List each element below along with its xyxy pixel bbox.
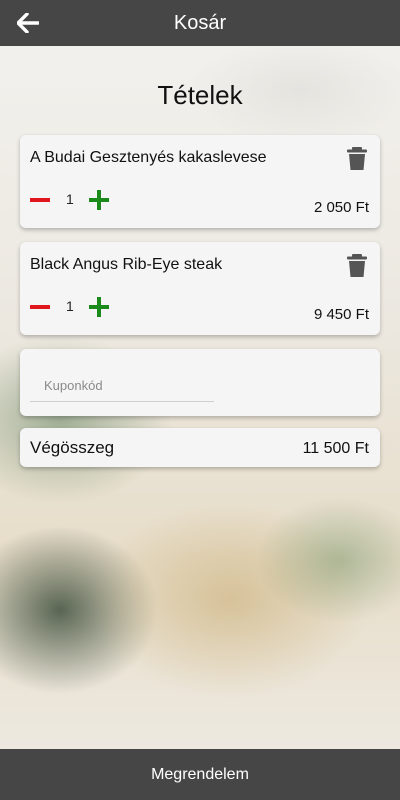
trash-icon[interactable]	[346, 254, 368, 278]
item-quantity: 1	[66, 298, 74, 314]
total-label: Végösszeg	[30, 438, 115, 457]
increase-quantity-button[interactable]	[89, 190, 109, 210]
item-quantity: 1	[66, 191, 74, 207]
increase-quantity-button[interactable]	[89, 297, 109, 317]
back-button[interactable]	[14, 9, 42, 37]
coupon-card	[20, 349, 380, 416]
cart-item: Black Angus Rib-Eye steak 1 9 450 Ft	[20, 242, 380, 335]
total-value: 11 500 Ft	[302, 440, 369, 457]
app-header: Kosár	[0, 0, 400, 46]
decrease-quantity-button[interactable]	[30, 297, 50, 317]
item-name: Black Angus Rib-Eye steak	[30, 256, 223, 273]
coupon-code-input[interactable]	[30, 369, 214, 402]
trash-icon[interactable]	[346, 147, 368, 171]
decrease-quantity-button[interactable]	[30, 190, 50, 210]
order-button[interactable]: Megrendelem	[0, 749, 400, 800]
arrow-left-icon	[17, 13, 39, 33]
header-title: Kosár	[173, 11, 227, 34]
total-card: Végösszeg 11 500 Ft	[20, 428, 380, 467]
item-price: 9 450 Ft	[313, 306, 369, 323]
order-button-label: Megrendelem	[151, 765, 249, 783]
cart-item: A Budai Gesztenyés kakaslevese 1 2 050 F…	[20, 135, 380, 228]
item-price: 2 050 Ft	[313, 199, 369, 216]
item-name: A Budai Gesztenyés kakaslevese	[30, 149, 267, 166]
section-title: Tételek	[157, 80, 243, 110]
